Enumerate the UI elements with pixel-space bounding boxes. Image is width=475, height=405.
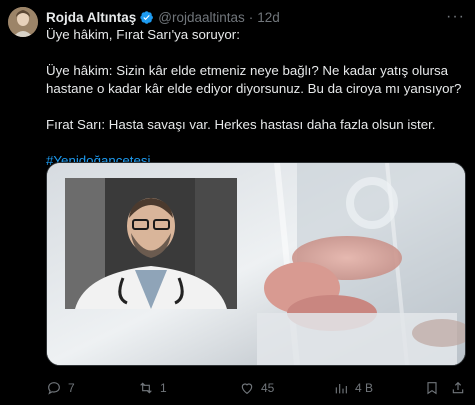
heart-icon [241, 383, 253, 395]
bookmark-button[interactable] [424, 380, 440, 396]
views-chart-icon [335, 384, 347, 394]
repost-icon [140, 382, 152, 394]
tweet-time[interactable]: 12d [257, 10, 280, 25]
meta-separator: · [248, 9, 254, 25]
more-options-icon[interactable]: ··· [446, 8, 465, 26]
like-count: 45 [261, 381, 275, 395]
tweet-header: Rojda Altıntaş @rojdaaltintas · 12d [46, 9, 280, 25]
bookmark-icon [427, 382, 437, 395]
share-icon [452, 381, 464, 394]
tweet-paragraph-2: Üye hâkim: Sizin kâr elde etmeniz neye b… [46, 63, 462, 96]
tweet-text: Üye hâkim, Fırat Sarı'ya soruyor: Üye hâ… [46, 26, 466, 170]
repost-button[interactable]: 1 [138, 380, 167, 396]
tweet-line-1: Üye hâkim, Fırat Sarı'ya soruyor: [46, 27, 240, 42]
author-name[interactable]: Rojda Altıntaş [46, 10, 136, 25]
repost-count: 1 [160, 381, 167, 395]
avatar-image [8, 7, 38, 37]
reply-count: 7 [68, 381, 75, 395]
tweet[interactable]: Rojda Altıntaş @rojdaaltintas · 12d ··· … [0, 0, 475, 405]
like-button[interactable]: 45 [239, 380, 274, 396]
share-button[interactable] [450, 380, 466, 396]
views-button[interactable]: 4 B [333, 380, 373, 396]
tweet-actions: 7 1 45 4 B [46, 378, 466, 398]
doctor-portrait [65, 178, 237, 309]
tweet-paragraph-3: Fırat Sarı: Hasta savaşı var. Herkes has… [46, 117, 436, 132]
avatar[interactable] [8, 7, 38, 37]
author-handle[interactable]: @rojdaaltintas [158, 10, 245, 25]
reply-button[interactable]: 7 [46, 380, 75, 396]
views-count: 4 B [355, 381, 374, 395]
tweet-media-image[interactable] [46, 162, 466, 366]
verified-badge-icon [139, 10, 154, 25]
reply-icon [48, 382, 60, 395]
